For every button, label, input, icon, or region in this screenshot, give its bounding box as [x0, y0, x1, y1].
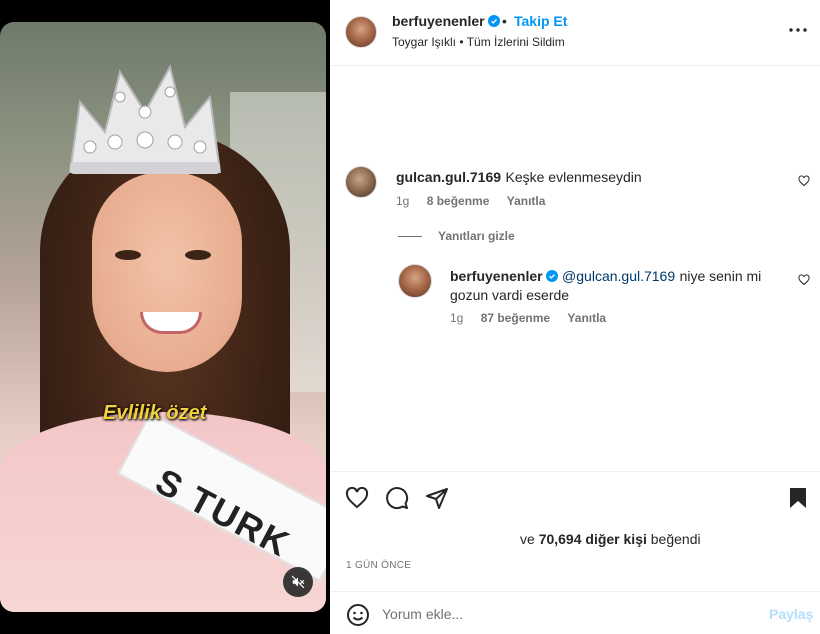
reply-meta: 1g 87 beğenme Yanıtla — [450, 311, 620, 325]
post-timestamp[interactable]: 1 GÜN ÖNCE — [346, 560, 411, 571]
right-eye — [185, 250, 211, 260]
audio-artist[interactable]: Toygar Işıklı — [392, 35, 456, 49]
post-header: berfuyenenler • Takip Et Toygar Işıklı •… — [330, 0, 820, 66]
verified-icon — [487, 15, 500, 27]
reply-time[interactable]: 1g — [450, 311, 463, 325]
comment-reply-button[interactable]: Yanıtla — [507, 194, 546, 208]
verified-icon — [545, 270, 558, 282]
comment-time[interactable]: 1g — [396, 194, 409, 208]
comment-icon[interactable] — [385, 486, 409, 510]
audio-separator: • — [459, 35, 464, 49]
likes-prefix: ve — [520, 531, 535, 547]
more-options-icon[interactable] — [786, 18, 810, 42]
audio-info[interactable]: Toygar Işıklı • Tüm İzlerini Sildim — [392, 35, 565, 49]
comment-body: gulcan.gul.7169 Keşke evlenmeseydin — [396, 169, 642, 187]
post-media[interactable]: S TURK Evlilik özet — [0, 0, 330, 634]
comments-list[interactable]: gulcan.gul.7169 Keşke evlenmeseydin 1g 8… — [330, 67, 820, 471]
comment-username[interactable]: gulcan.gul.7169 — [396, 169, 501, 185]
reply-body: berfuyenenler @gulcan.gul.7169 niye seni… — [450, 267, 770, 305]
crown-icon — [68, 64, 222, 174]
mute-icon — [291, 575, 305, 589]
header-username[interactable]: berfuyenenler — [392, 13, 485, 29]
reply-username[interactable]: berfuyenenler — [450, 268, 543, 284]
audio-song[interactable]: Tüm İzlerini Sildim — [467, 35, 565, 49]
post-comment-button[interactable]: Paylaş — [769, 606, 813, 622]
left-eye — [115, 250, 141, 260]
add-comment-bar: Paylaş — [330, 591, 820, 634]
comment-like-heart-icon[interactable] — [798, 175, 810, 187]
reply-reply-button[interactable]: Yanıtla — [567, 311, 606, 325]
mute-button[interactable] — [283, 567, 313, 597]
likes-summary[interactable]: ve 70,694 diğer kişi beğendi — [520, 531, 701, 547]
reply-mention[interactable]: @gulcan.gul.7169 — [562, 268, 675, 284]
separator-dot: • — [502, 13, 507, 29]
video-caption-overlay: Evlilik özet — [103, 402, 207, 424]
divider — [398, 235, 422, 237]
reply-likes[interactable]: 87 beğenme — [481, 311, 550, 325]
comment-avatar[interactable] — [345, 166, 377, 198]
comment-meta: 1g 8 beğenme Yanıtla — [396, 194, 559, 208]
post-panel: berfuyenenler • Takip Et Toygar Işıklı •… — [330, 0, 820, 634]
reply-username-wrap: berfuyenenler — [450, 268, 558, 284]
action-bar: ve 70,694 diğer kişi beğendi 1 GÜN ÖNCE — [330, 471, 820, 591]
likes-suffix: beğendi — [650, 531, 701, 547]
likes-count[interactable]: 70,694 diğer kişi — [539, 531, 647, 547]
reply-like-heart-icon[interactable] — [798, 274, 810, 286]
bookmark-icon[interactable] — [786, 486, 810, 510]
comment-input[interactable] — [382, 602, 742, 626]
video-frame[interactable]: S TURK Evlilik özet — [0, 22, 326, 612]
comment-likes[interactable]: 8 beğenme — [427, 194, 490, 208]
heart-icon[interactable] — [345, 486, 369, 510]
hide-replies-label: Yanıtları gizle — [438, 229, 515, 243]
reply-avatar[interactable] — [398, 264, 432, 298]
face-shape — [92, 172, 242, 372]
follow-button[interactable]: Takip Et — [514, 13, 567, 29]
emoji-icon[interactable] — [346, 603, 370, 627]
share-icon[interactable] — [425, 486, 449, 510]
avatar[interactable] — [345, 16, 377, 48]
hide-replies-button[interactable]: Yanıtları gizle — [398, 229, 515, 243]
comment-text: Keşke evlenmeseydin — [505, 169, 642, 185]
header-username-wrap: berfuyenenler — [392, 13, 500, 29]
